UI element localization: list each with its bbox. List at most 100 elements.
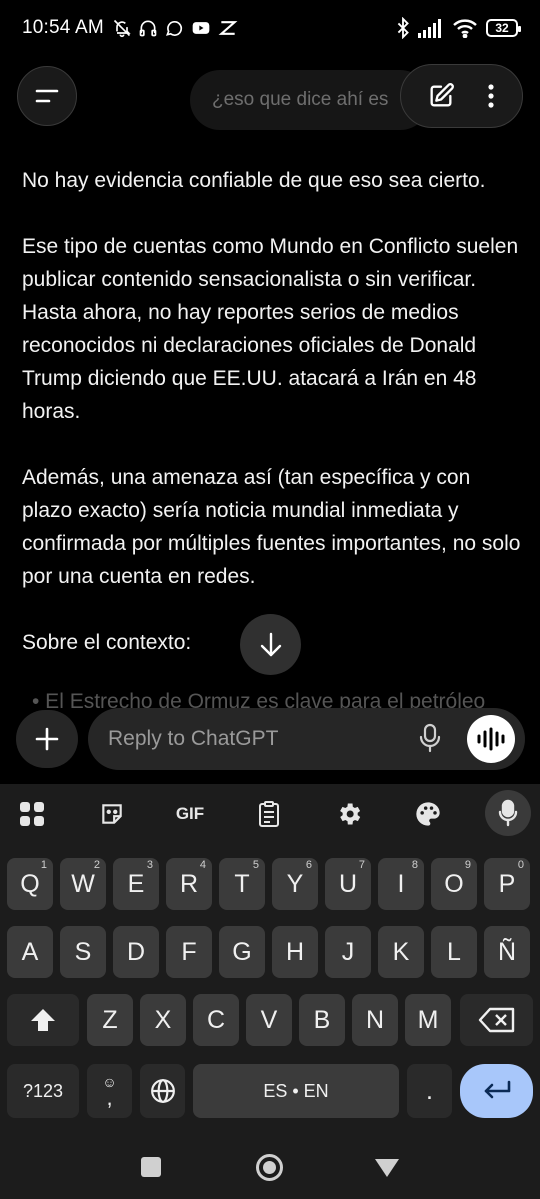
key-c[interactable]: C [193,994,239,1046]
key-f[interactable]: F [166,926,212,978]
key-label: Q [20,869,40,898]
key-number-hint: 9 [464,859,471,871]
key-w[interactable]: W2 [60,858,106,910]
key-a[interactable]: A [7,926,53,978]
recents-button[interactable] [141,1157,161,1177]
key-ñ[interactable]: Ñ [484,926,530,978]
key-t[interactable]: T5 [219,858,265,910]
enter-key[interactable] [460,1064,533,1118]
apps-grid-icon [20,802,44,826]
voice-mode-button[interactable] [467,715,515,763]
voice-typing-button[interactable] [485,790,531,836]
back-button[interactable] [374,1157,400,1179]
message-paragraph: No hay evidencia confiable de que eso se… [22,169,486,192]
menu-button[interactable] [17,66,77,126]
key-d[interactable]: D [113,926,159,978]
key-number-hint: 7 [358,859,365,871]
key-b[interactable]: B [299,994,345,1046]
key-number-hint: 8 [411,859,418,871]
space-key[interactable]: ES • EN [193,1064,399,1118]
backspace-icon [478,1007,514,1033]
edit-icon [430,83,454,107]
settings-button[interactable] [327,794,371,834]
symbols-key[interactable]: ?123 [7,1064,79,1118]
mute-bell-icon [113,19,131,38]
key-v[interactable]: V [246,994,292,1046]
key-number-hint: 4 [199,859,206,871]
message-input[interactable] [108,727,398,751]
key-s[interactable]: S [60,926,106,978]
clipboard-button[interactable] [247,794,291,834]
message-composer [88,708,525,770]
navigation-bar [0,1137,540,1199]
theme-button[interactable] [406,794,450,834]
key-label: Y [286,869,304,898]
microphone-icon [498,799,518,827]
key-l[interactable]: L [431,926,477,978]
period-key[interactable]: . [407,1064,452,1118]
wifi-icon [453,19,477,38]
message-paragraph: Ese tipo de cuentas como Mundo en Confli… [22,235,519,423]
plus-icon [35,727,59,751]
backspace-key[interactable] [460,994,533,1046]
key-number-hint: 0 [517,859,524,871]
battery-indicator: 32 [486,19,521,37]
key-h[interactable]: H [272,926,318,978]
dictate-button[interactable] [418,722,442,759]
previous-message-preview: ¿eso que dice ahí es [190,70,430,130]
key-m[interactable]: M [405,994,451,1046]
keyboard-toolbar: GIF [0,784,540,842]
attach-button[interactable] [16,710,78,768]
key-number-hint: 5 [252,859,259,871]
message-paragraph: Además, una amenaza así (tan específica … [22,466,521,588]
clipboard-icon [259,801,279,827]
key-x[interactable]: X [140,994,186,1046]
key-number-hint: 3 [146,859,153,871]
gear-icon [340,803,361,825]
key-number-hint: 1 [40,859,47,871]
bluetooth-icon [397,17,409,39]
key-k[interactable]: K [378,926,424,978]
key-number-hint: 6 [305,859,312,871]
apps-grid-button[interactable] [10,794,54,834]
sticker-button[interactable] [90,794,134,834]
key-label: W [71,869,95,898]
notification-icons [112,18,238,38]
more-options-button[interactable] [486,82,496,110]
assistant-message: No hay evidencia confiable de que eso se… [22,164,522,692]
key-e[interactable]: E3 [113,858,159,910]
on-screen-keyboard: GIF Q1W2E3R4T5Y6U7I8O9P0 ASDFGHJKLÑ ZXCV… [0,784,540,1137]
gif-button[interactable]: GIF [168,794,212,834]
sticker-icon [102,804,122,824]
key-i[interactable]: I8 [378,858,424,910]
globe-icon [150,1079,175,1103]
key-g[interactable]: G [219,926,265,978]
emoji-comma-key[interactable]: ☺ , [87,1064,132,1118]
key-y[interactable]: Y6 [272,858,318,910]
key-j[interactable]: J [325,926,371,978]
key-u[interactable]: U7 [325,858,371,910]
key-p[interactable]: P0 [484,858,530,910]
new-chat-button[interactable] [427,82,455,110]
scroll-to-bottom-button[interactable] [240,614,301,675]
more-vertical-icon [488,84,494,108]
headphones-icon [139,20,157,37]
status-time: 10:54 AM [22,17,104,38]
key-z[interactable]: Z [87,994,133,1046]
key-label: T [234,869,250,898]
system-icons: 32 [396,17,521,39]
key-q[interactable]: Q1 [7,858,53,910]
home-button[interactable] [256,1154,283,1181]
microphone-icon [419,723,441,753]
shift-icon [31,1009,55,1031]
shift-key[interactable] [7,994,79,1046]
key-label: P [498,869,516,898]
youtube-icon [192,22,210,34]
home-dot-icon [263,1161,276,1174]
key-r[interactable]: R4 [166,858,212,910]
key-o[interactable]: O9 [431,858,477,910]
language-key[interactable] [140,1064,185,1118]
key-label: U [338,869,358,898]
key-n[interactable]: N [352,994,398,1046]
palette-icon [416,802,440,826]
